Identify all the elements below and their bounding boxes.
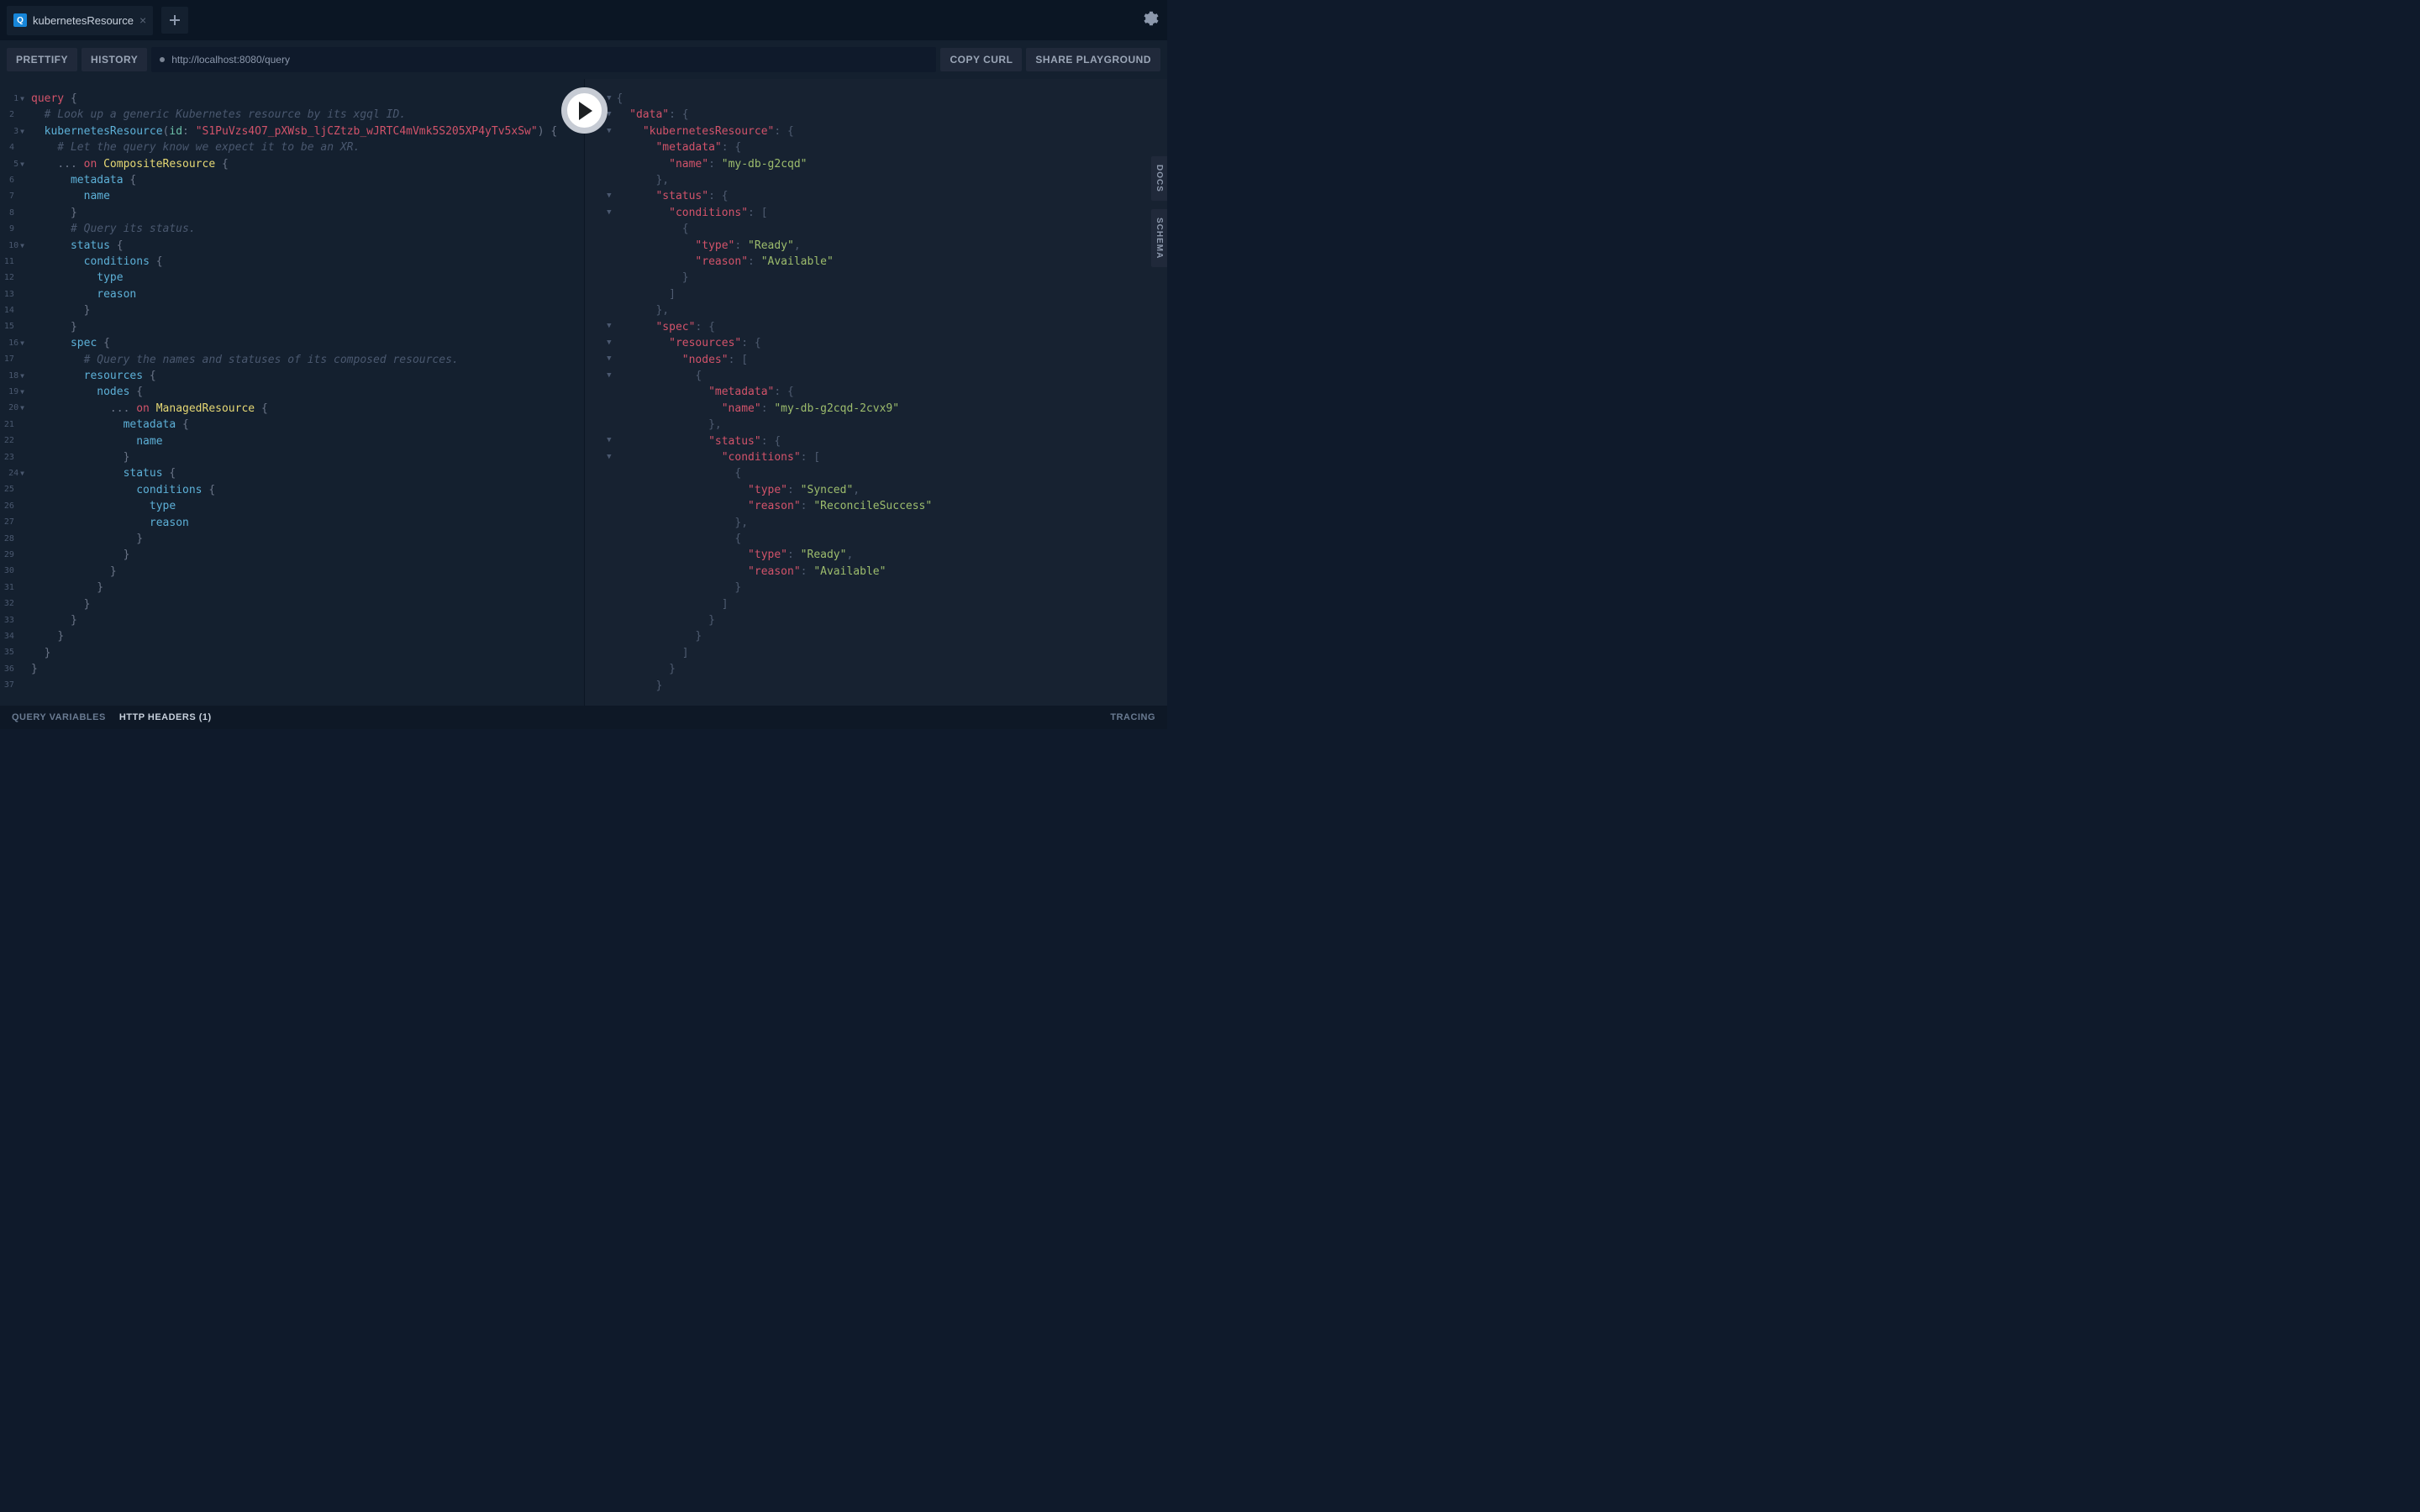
share-playground-button[interactable]: SHARE PLAYGROUND [1026,48,1160,71]
tab-badge: Q [13,13,27,27]
docs-tab[interactable]: DOCS [1151,156,1167,201]
query-variables-tab[interactable]: QUERY VARIABLES [12,712,106,722]
close-icon[interactable]: × [139,14,146,26]
http-headers-tab[interactable]: HTTP HEADERS (1) [119,712,212,722]
schema-tab[interactable]: SCHEMA [1151,209,1167,267]
new-tab-button[interactable] [161,7,188,34]
url-text: http://localhost:8080/query [171,54,290,66]
content-area: 1▼2 3▼4 5▼6 7 8 9 10▼11 12 13 14 15 16▼1… [0,79,1167,729]
query-editor[interactable]: 1▼2 3▼4 5▼6 7 8 9 10▼11 12 13 14 15 16▼1… [0,79,584,729]
gear-icon [1142,9,1160,28]
plus-icon [169,14,181,26]
tab-title: kubernetesResource [33,14,134,27]
tab-kubernetes-resource[interactable]: Q kubernetesResource × [7,6,153,35]
topbar: Q kubernetesResource × [0,0,1167,40]
play-icon [579,102,592,120]
tracing-tab[interactable]: TRACING [1110,712,1155,722]
result-json: { "data": { "kubernetesResource": { "met… [617,79,933,706]
result-pane: ▼▼▼▼▼▼▼▼▼▼▼ { "data": { "kubernetesResou… [584,79,1168,729]
copy-curl-button[interactable]: COPY CURL [940,48,1022,71]
toolbar: PRETTIFY HISTORY http://localhost:8080/q… [0,40,1167,79]
history-button[interactable]: HISTORY [82,48,147,71]
footer: QUERY VARIABLES HTTP HEADERS (1) TRACING [0,706,1167,729]
url-input[interactable]: http://localhost:8080/query [151,47,936,72]
status-dot-icon [160,57,165,62]
execute-button[interactable] [561,87,608,134]
prettify-button[interactable]: PRETTIFY [7,48,77,71]
result-fold-gutter: ▼▼▼▼▼▼▼▼▼▼▼ [585,79,617,706]
settings-button[interactable] [1142,9,1160,32]
side-tabs: DOCS SCHEMA [1151,156,1167,267]
line-gutter: 1▼2 3▼4 5▼6 7 8 9 10▼11 12 13 14 15 16▼1… [0,79,28,706]
query-code[interactable]: query { # Look up a generic Kubernetes r… [28,79,557,706]
